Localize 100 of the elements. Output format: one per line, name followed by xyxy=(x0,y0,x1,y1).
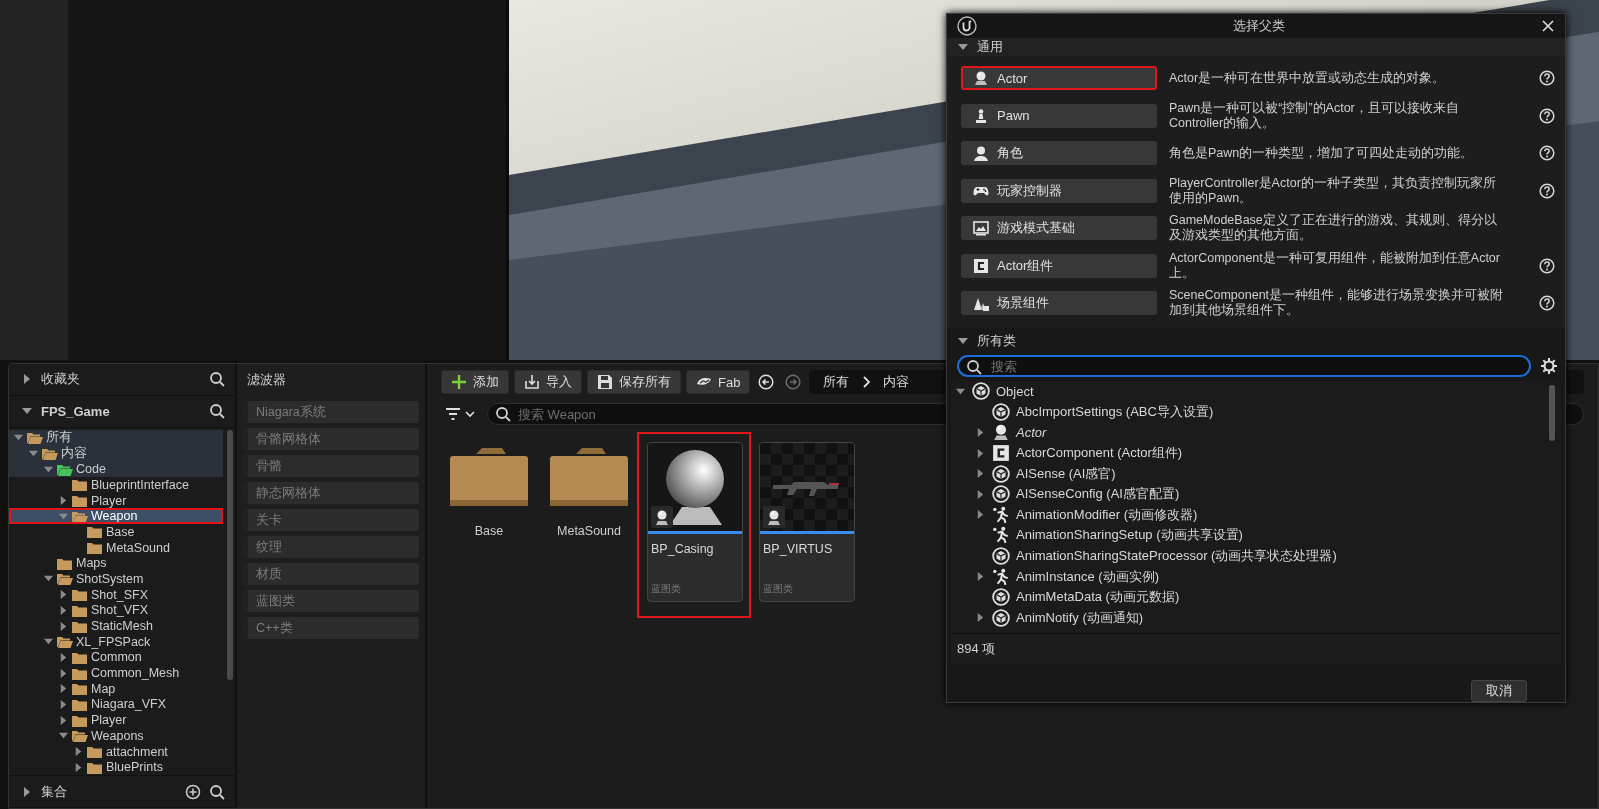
class-name: AnimationModifier (动画修改器) xyxy=(1016,505,1198,524)
search-icon xyxy=(966,359,982,375)
class-tree-item[interactable]: AnimMetaData (动画元数据) xyxy=(951,586,1561,608)
plus-icon xyxy=(451,374,467,390)
cancel-button[interactable]: 取消 xyxy=(1471,680,1527,702)
help-button[interactable] xyxy=(1539,145,1555,162)
class-tree-item[interactable]: AnimationModifier (动画修改器) xyxy=(951,504,1561,526)
class-name: AnimMetaData (动画元数据) xyxy=(1016,588,1180,607)
help-button[interactable] xyxy=(1539,257,1555,274)
class-name: AISense (AI感官) xyxy=(1016,464,1116,483)
folder-tree-item[interactable]: Player xyxy=(9,712,223,728)
folder-tree-item[interactable]: Shot_SFX xyxy=(9,586,223,603)
class-button[interactable]: Actor xyxy=(961,66,1157,91)
breadcrumb-link[interactable]: 内容 xyxy=(883,373,910,391)
folder-tree-item[interactable]: attachment xyxy=(9,743,223,760)
folder-tree-item[interactable]: StaticMesh xyxy=(9,618,223,634)
scrollbar[interactable] xyxy=(227,429,233,680)
search-icon xyxy=(209,783,225,800)
class-name: AnimationSharingSetup (动画共享设置) xyxy=(1016,526,1243,545)
folder-tree-item[interactable]: XL_FPSPack xyxy=(9,633,223,650)
folder-name: MetaSound xyxy=(557,524,621,538)
toolbar-button[interactable]: 导入 xyxy=(514,370,582,394)
folder-tree-item[interactable]: 所有 xyxy=(9,429,223,446)
class-description: GameModeBase定义了正在进行的游戏、其规则、得分以及游戏类型的其他方面。 xyxy=(1169,213,1498,244)
blueprint-badge-icon xyxy=(763,506,785,528)
class-name: Object xyxy=(996,383,1034,399)
folder-tree-item[interactable]: BluePrints xyxy=(9,759,223,776)
search-icon xyxy=(209,371,225,388)
class-tree-item[interactable]: Actor xyxy=(951,422,1561,443)
person-icon xyxy=(973,145,989,162)
help-button[interactable] xyxy=(1539,70,1555,87)
cube-circle-icon xyxy=(992,547,1010,566)
class-tree-item[interactable]: AnimationSharingSetup (动画共享设置) xyxy=(951,525,1561,546)
search-button[interactable] xyxy=(209,783,225,800)
asset-type: 蓝图类 xyxy=(650,583,682,596)
asset-tile[interactable]: BP_Casing 蓝图类 xyxy=(647,442,743,602)
folder-name: Base xyxy=(474,524,504,538)
add-button[interactable] xyxy=(185,783,201,800)
class-button[interactable]: 角色 xyxy=(961,141,1157,166)
cube-circle-icon xyxy=(992,608,1010,627)
class-button[interactable]: Actor组件 xyxy=(961,253,1157,278)
asset-name: BP_Casing xyxy=(650,541,715,558)
help-button[interactable] xyxy=(1539,182,1555,199)
folder-tree-item[interactable]: Common xyxy=(9,649,223,666)
asset-tile[interactable]: BP_VIRTUS 蓝图类 xyxy=(759,442,855,602)
close-button[interactable] xyxy=(1541,18,1555,33)
scrollbar[interactable] xyxy=(1549,385,1555,441)
folder-tree-item[interactable]: Weapon xyxy=(9,508,223,525)
folder-tree-item[interactable]: Weapons xyxy=(9,727,223,744)
toolbar-button[interactable]: 保存所有 xyxy=(587,370,681,394)
folder-tree-item[interactable]: Base xyxy=(9,524,223,540)
cube-circle-icon xyxy=(992,485,1010,504)
chevron-right-icon xyxy=(861,376,872,388)
search-field[interactable]: 搜索 xyxy=(957,355,1531,377)
search-icon xyxy=(495,406,511,422)
breadcrumb-link[interactable]: 所有 xyxy=(823,373,850,391)
search-button[interactable] xyxy=(209,403,225,420)
folder-tile[interactable]: Base xyxy=(439,438,539,626)
folder-tile[interactable]: MetaSound xyxy=(539,438,639,626)
class-tree-item[interactable]: AnimInstance (动画实例) xyxy=(951,566,1561,587)
folder-tree-item[interactable]: Player xyxy=(9,492,223,509)
filter-icon xyxy=(445,406,461,422)
help-button[interactable] xyxy=(1539,295,1555,312)
folder-tree-item[interactable]: ShotSystem xyxy=(9,571,223,587)
class-description: ActorComponent是一种可复用组件，能被附加到任意Actor上。 xyxy=(1169,250,1501,281)
folder-icon xyxy=(450,448,528,506)
toolbar-button[interactable]: Fab xyxy=(686,370,751,394)
search-icon xyxy=(209,403,225,420)
asset-name: BP_VIRTUS xyxy=(762,541,834,558)
actor-icon xyxy=(973,70,989,87)
class-button[interactable]: 玩家控制器 xyxy=(961,178,1157,203)
folder-tree-item[interactable]: Map xyxy=(9,680,223,697)
class-button[interactable]: 场景组件 xyxy=(961,291,1157,316)
folder-tree-item[interactable]: Shot_VFX xyxy=(9,602,223,619)
runner-icon xyxy=(992,567,1010,586)
class-button[interactable]: Pawn xyxy=(961,103,1157,128)
class-tree-item[interactable]: AnimNotify (动画通知) xyxy=(951,607,1561,629)
class-tree-item[interactable]: ActorComponent (Actor组件) xyxy=(951,442,1561,464)
folder-tree-item[interactable]: BlueprintInterface xyxy=(9,476,223,493)
section-title: 通用 xyxy=(977,37,1003,56)
class-tree-item[interactable]: AISense (AI感官) xyxy=(951,463,1561,484)
help-button[interactable] xyxy=(1539,107,1555,124)
class-tree-item[interactable]: AnimationSharingStateProcessor (动画共享状态处理器) xyxy=(951,545,1561,567)
class-tree-item[interactable]: Object xyxy=(951,381,1561,402)
folder-tree-item[interactable]: MetaSound xyxy=(9,539,223,556)
folder-tree-item[interactable]: Niagara_VFX xyxy=(9,696,223,713)
search-button[interactable] xyxy=(209,371,225,388)
class-button[interactable]: 游戏模式基础 xyxy=(961,216,1157,241)
toolbar-button[interactable]: 添加 xyxy=(441,370,509,394)
asset-type: 蓝图类 xyxy=(762,583,794,596)
class-name: AnimationSharingStateProcessor (动画共享状态处理器) xyxy=(1016,547,1337,566)
class-tree-item[interactable]: AbcImportSettings (ABC导入设置) xyxy=(951,401,1561,423)
class-name: AnimInstance (动画实例) xyxy=(1016,567,1160,586)
class-tree-item[interactable]: AISenseConfig (AI感官配置) xyxy=(951,483,1561,505)
class-name: AbcImportSettings (ABC导入设置) xyxy=(1016,402,1214,421)
folder-tree-item[interactable]: Code xyxy=(9,461,223,477)
settings-button[interactable] xyxy=(1541,358,1557,374)
folder-tree-item[interactable]: Common_Mesh xyxy=(9,665,223,681)
folder-tree-item[interactable]: Maps xyxy=(9,555,223,572)
import-icon xyxy=(524,374,540,390)
